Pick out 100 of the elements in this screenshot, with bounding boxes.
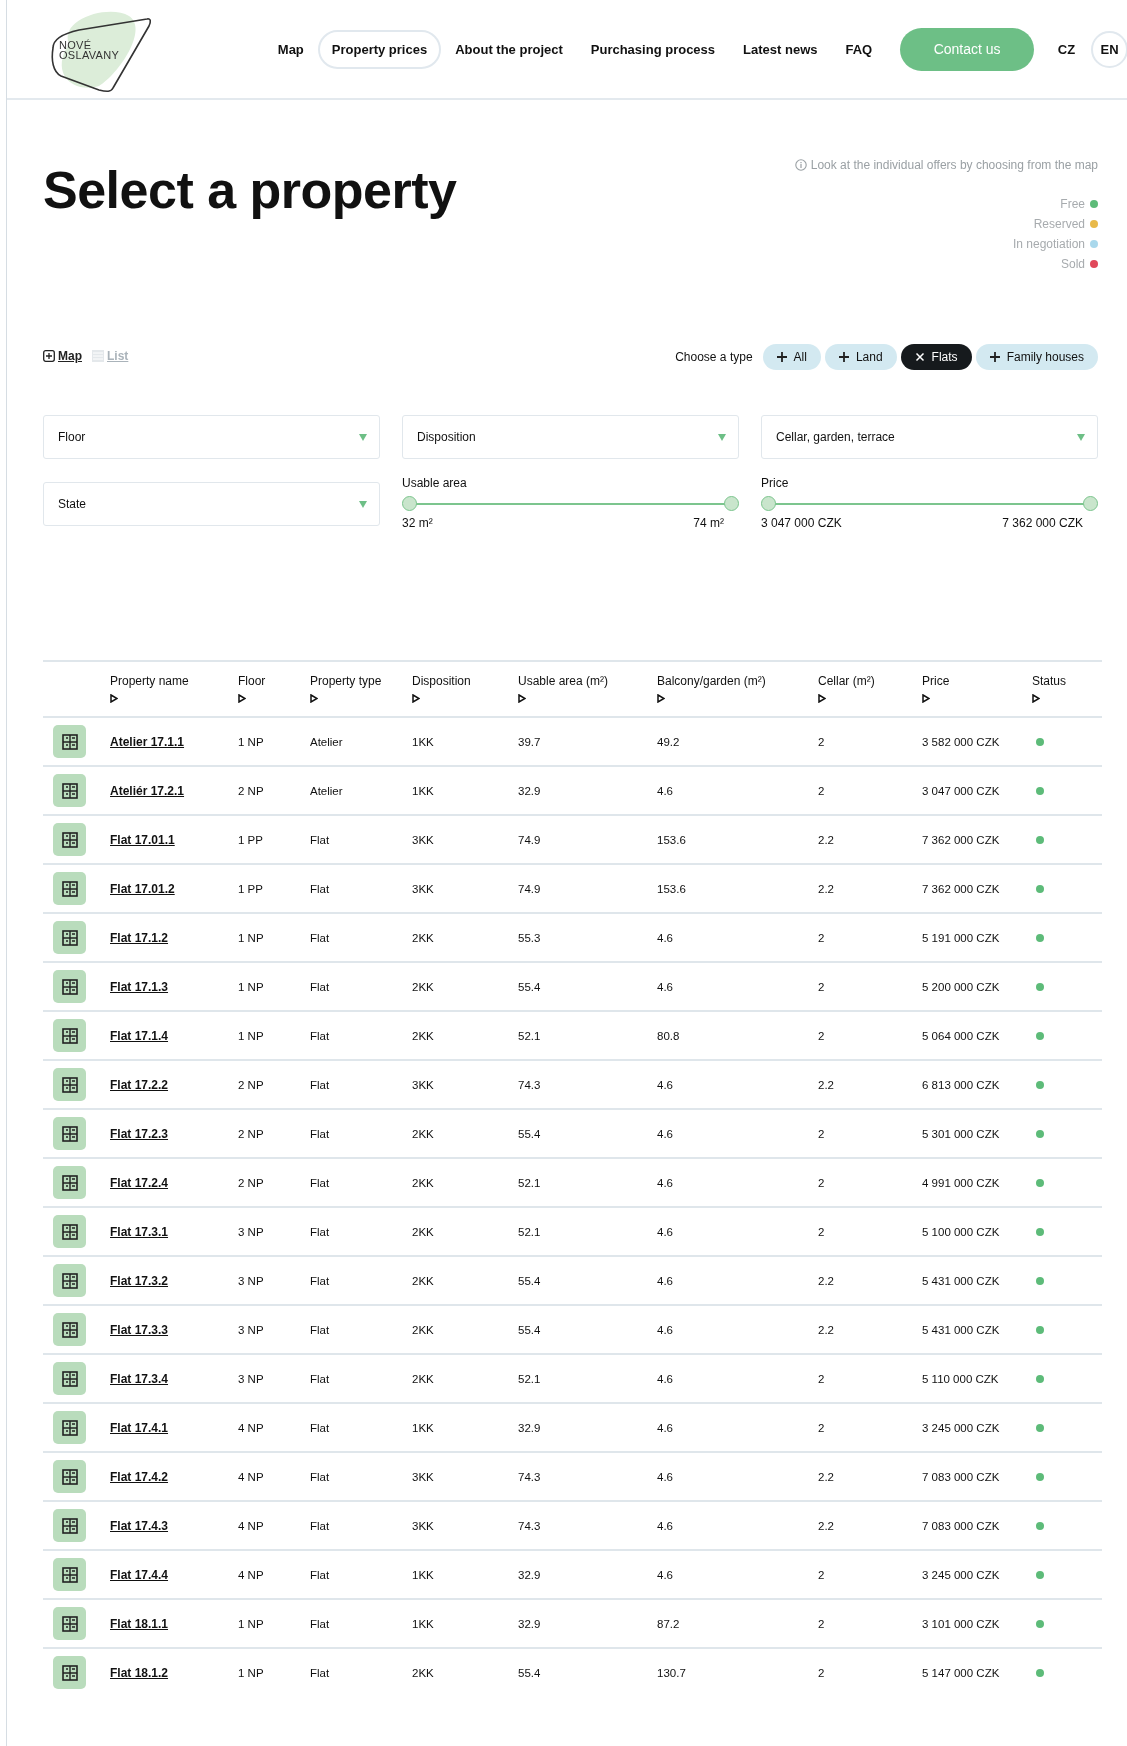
property-link[interactable]: Flat 17.01.1 bbox=[110, 832, 175, 847]
property-link[interactable]: Flat 17.01.2 bbox=[110, 881, 175, 896]
column-header[interactable]: Status bbox=[1032, 672, 1096, 690]
property-link[interactable]: Flat 17.3.3 bbox=[110, 1322, 169, 1337]
sort-icon[interactable] bbox=[238, 694, 246, 703]
sort-icon[interactable] bbox=[818, 694, 826, 703]
table-cell: 4 NP bbox=[238, 1470, 264, 1483]
dropdown[interactable]: Disposition bbox=[402, 415, 739, 459]
property-link[interactable]: Flat 17.2.2 bbox=[110, 1077, 169, 1092]
floor-plan-icon[interactable] bbox=[53, 1313, 86, 1346]
floor-plan-icon[interactable] bbox=[53, 1460, 86, 1493]
column-header[interactable]: Price bbox=[922, 672, 1026, 690]
property-link[interactable]: Flat 17.2.4 bbox=[110, 1175, 169, 1190]
floor-plan-icon[interactable] bbox=[53, 1607, 86, 1640]
slider-handle[interactable] bbox=[724, 496, 739, 511]
property-link[interactable]: Flat 17.1.3 bbox=[110, 979, 169, 994]
type-chip[interactable]: Land bbox=[824, 344, 897, 370]
table-cell: 3KK bbox=[412, 1078, 434, 1091]
sort-icon[interactable] bbox=[657, 694, 665, 703]
floor-plan-icon[interactable] bbox=[53, 1117, 86, 1150]
sort-icon[interactable] bbox=[412, 694, 420, 703]
dropdown[interactable]: Cellar, garden, terrace bbox=[761, 415, 1098, 459]
property-link[interactable]: Flat 17.2.3 bbox=[110, 1126, 169, 1141]
caret-icon bbox=[1077, 433, 1085, 441]
property-link[interactable]: Flat 17.3.2 bbox=[110, 1273, 169, 1288]
floor-plan-icon[interactable] bbox=[53, 774, 86, 807]
table-cell: 4.6 bbox=[657, 1568, 673, 1581]
dropdown[interactable]: State bbox=[43, 482, 380, 526]
column-header[interactable]: Balcony/garden (m²) bbox=[657, 672, 812, 690]
table-cell: Flat bbox=[310, 1274, 330, 1287]
type-chip[interactable]: Family houses bbox=[975, 344, 1098, 370]
sort-icon[interactable] bbox=[518, 694, 526, 703]
floor-plan-icon[interactable] bbox=[53, 1264, 86, 1297]
column-header[interactable]: Property type bbox=[310, 672, 406, 690]
nav-link[interactable]: Latest news bbox=[729, 29, 832, 69]
range-slider[interactable] bbox=[402, 495, 739, 512]
floor-plan-icon[interactable] bbox=[53, 1558, 86, 1591]
property-link[interactable]: Flat 17.4.2 bbox=[110, 1469, 169, 1484]
table-cell: 52.1 bbox=[518, 1029, 541, 1042]
column-header[interactable]: Usable area (m²) bbox=[518, 672, 651, 690]
type-chip[interactable]: Flats bbox=[900, 344, 972, 370]
table-cell: 7 083 000 CZK bbox=[922, 1519, 1000, 1532]
nav-link[interactable]: Property prices bbox=[317, 29, 442, 69]
table-cell: 3KK bbox=[412, 1470, 434, 1483]
table-cell: 153.6 bbox=[657, 833, 686, 846]
nav-link[interactable]: Map bbox=[263, 29, 318, 69]
property-link[interactable]: Flat 18.1.1 bbox=[110, 1616, 169, 1631]
view-link[interactable]: Map bbox=[58, 349, 82, 363]
nav-link[interactable]: Purchasing process bbox=[576, 29, 730, 69]
floor-plan-icon[interactable] bbox=[53, 1019, 86, 1052]
nav-link[interactable]: About the project bbox=[441, 29, 577, 69]
floor-plan-icon[interactable] bbox=[53, 921, 86, 954]
floor-plan-icon[interactable] bbox=[53, 1509, 86, 1542]
nav-link[interactable]: FAQ bbox=[831, 29, 887, 69]
column-header[interactable]: Disposition bbox=[412, 672, 512, 690]
table-cell: 2 NP bbox=[238, 1176, 264, 1189]
floor-plan-icon[interactable] bbox=[53, 725, 86, 758]
floor-plan-icon[interactable] bbox=[53, 1411, 86, 1444]
slider-handle[interactable] bbox=[402, 496, 417, 511]
table-cell: 55.4 bbox=[518, 1666, 541, 1679]
floor-plan-icon[interactable] bbox=[53, 823, 86, 856]
table-cell: 1 NP bbox=[238, 735, 264, 748]
property-link[interactable]: Flat 17.1.4 bbox=[110, 1028, 169, 1043]
sort-icon[interactable] bbox=[310, 694, 318, 703]
table-cell: 2 bbox=[818, 1666, 825, 1679]
table-cell: Flat bbox=[310, 1519, 330, 1532]
slider-handle[interactable] bbox=[761, 496, 776, 511]
type-chip[interactable]: All bbox=[762, 344, 821, 370]
table-cell: 2.2 bbox=[818, 833, 834, 846]
dropdown[interactable]: Floor bbox=[43, 415, 380, 459]
property-link[interactable]: Flat 17.3.4 bbox=[110, 1371, 169, 1386]
floor-plan-icon[interactable] bbox=[53, 1166, 86, 1199]
property-link[interactable]: Atelier 17.1.1 bbox=[110, 734, 185, 749]
table-cell: Flat bbox=[310, 1029, 330, 1042]
column-header[interactable]: Property name bbox=[110, 672, 232, 690]
language-link[interactable]: CZ bbox=[1048, 30, 1085, 68]
range-slider[interactable] bbox=[761, 495, 1098, 512]
map-icon bbox=[43, 350, 55, 362]
floor-plan-icon[interactable] bbox=[53, 1656, 86, 1689]
slider-handle[interactable] bbox=[1083, 496, 1098, 511]
table-cell: 3 NP bbox=[238, 1372, 264, 1385]
floor-plan-icon[interactable] bbox=[53, 1215, 86, 1248]
floor-plan-icon[interactable] bbox=[53, 1068, 86, 1101]
floor-plan-icon[interactable] bbox=[53, 872, 86, 905]
language-link[interactable]: EN bbox=[1091, 30, 1127, 68]
property-link[interactable]: Flat 17.4.1 bbox=[110, 1420, 169, 1435]
property-link[interactable]: Flat 17.4.3 bbox=[110, 1518, 169, 1533]
plus-icon bbox=[776, 352, 787, 362]
property-link[interactable]: Flat 17.3.1 bbox=[110, 1224, 169, 1239]
property-link[interactable]: Flat 17.4.4 bbox=[110, 1567, 169, 1582]
property-link[interactable]: Flat 18.1.2 bbox=[110, 1665, 169, 1680]
sort-icon[interactable] bbox=[110, 694, 118, 703]
sort-icon[interactable] bbox=[1032, 694, 1040, 703]
floor-plan-icon[interactable] bbox=[53, 1362, 86, 1395]
column-header[interactable]: Cellar (m²) bbox=[818, 672, 916, 690]
property-link[interactable]: Flat 17.1.2 bbox=[110, 930, 169, 945]
sort-icon[interactable] bbox=[922, 694, 930, 703]
property-link[interactable]: Ateliér 17.2.1 bbox=[110, 783, 185, 798]
floor-plan-icon[interactable] bbox=[53, 970, 86, 1003]
column-header[interactable]: Floor bbox=[238, 672, 304, 690]
